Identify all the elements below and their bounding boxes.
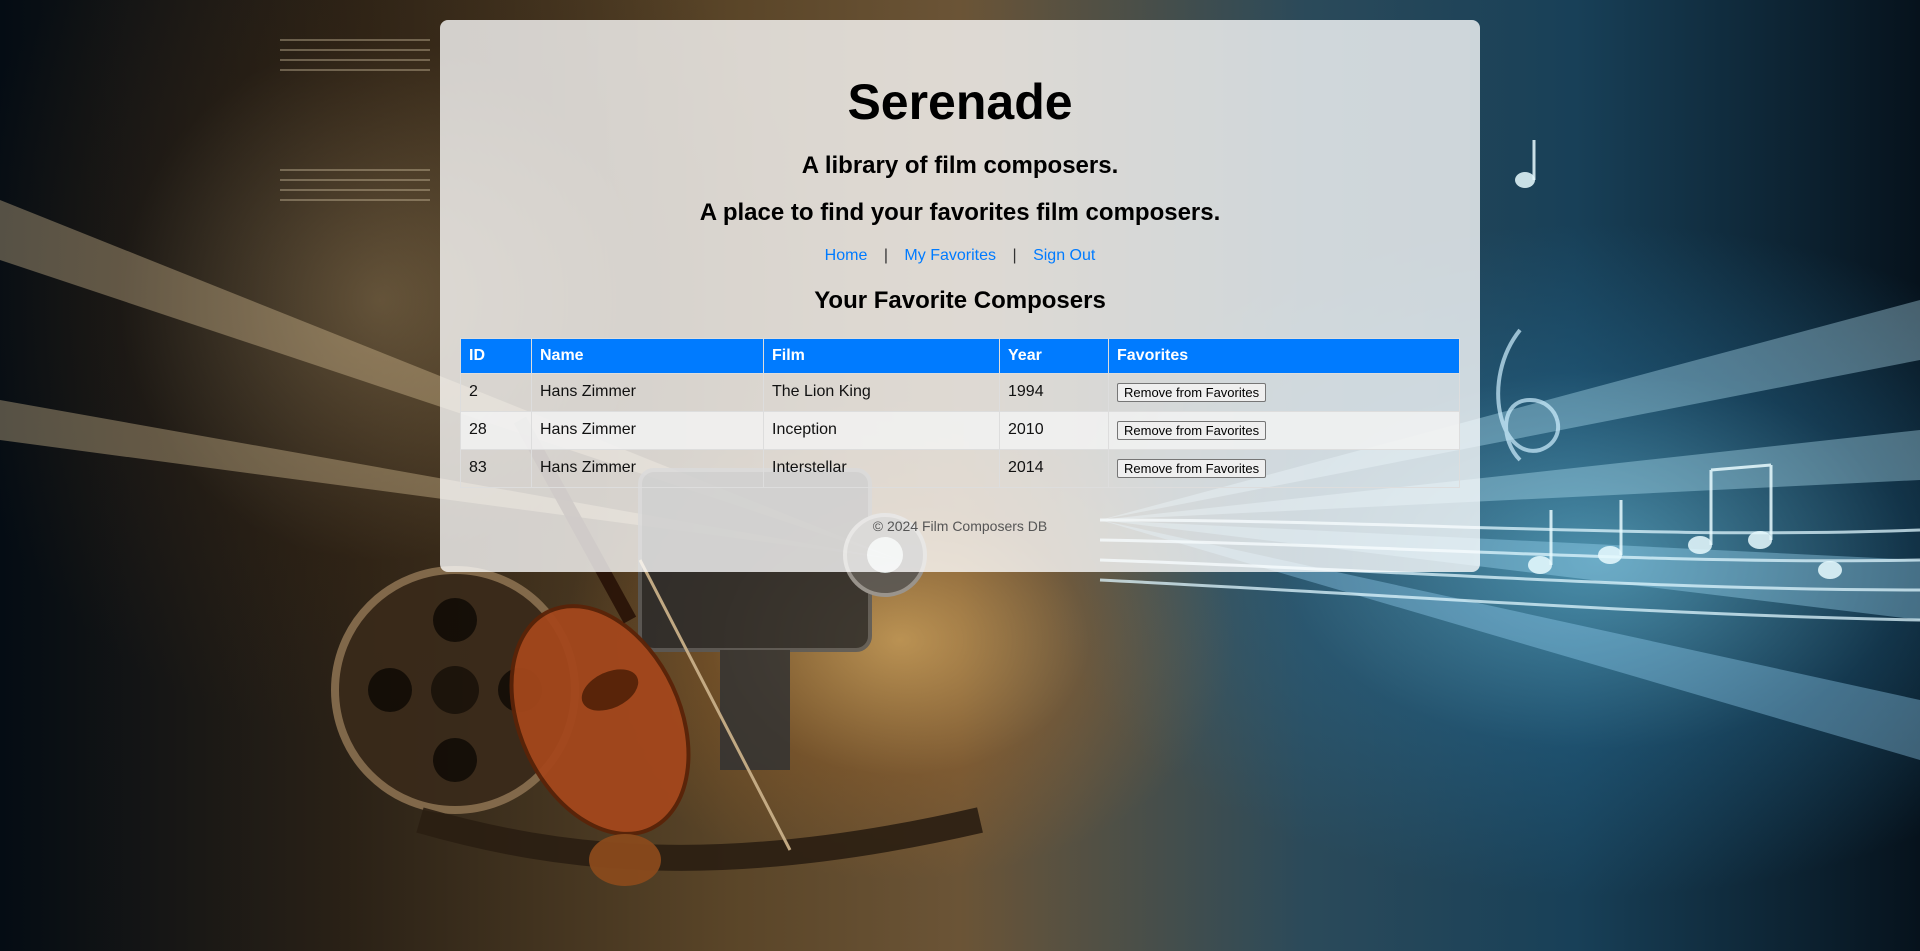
column-header-film: Film <box>763 337 1000 374</box>
site-title: Serenade <box>847 74 1073 130</box>
cell-year: 1994 <box>999 372 1109 412</box>
remove-from-favorites-button[interactable]: Remove from Favorites <box>1117 382 1267 402</box>
cell-id: 28 <box>460 410 532 450</box>
cell-id: 2 <box>460 372 532 412</box>
column-header-name: Name <box>531 337 764 374</box>
column-header-year: Year <box>999 337 1109 374</box>
cell-favorites: Remove from Favorites <box>1108 410 1460 450</box>
cell-year: 2014 <box>999 448 1109 488</box>
tagline-library: A library of film composers. <box>801 152 1119 179</box>
nav-my-favorites-link[interactable]: My Favorites <box>904 247 996 264</box>
table-row: 28 Hans Zimmer Inception 2010 Remove fro… <box>460 410 1460 450</box>
nav-separator: | <box>1012 246 1017 264</box>
favorites-table: ID Name Film Year Favorites 2 Hans Zimme… <box>460 337 1460 488</box>
nav-home-link[interactable]: Home <box>825 247 868 264</box>
main-panel: Serenade A library of film composers. A … <box>440 20 1480 572</box>
column-header-id: ID <box>460 337 532 374</box>
cell-favorites: Remove from Favorites <box>1108 448 1460 488</box>
cell-name: Hans Zimmer <box>531 372 764 412</box>
main-nav: Home | My Favorites | Sign Out <box>460 246 1460 265</box>
section-title: Your Favorite Composers <box>814 286 1106 314</box>
remove-from-favorites-button[interactable]: Remove from Favorites <box>1117 458 1267 478</box>
cell-name: Hans Zimmer <box>531 410 764 450</box>
cell-film: Inception <box>763 410 1000 450</box>
table-row: 2 Hans Zimmer The Lion King 1994 Remove … <box>460 372 1460 412</box>
column-header-favorites: Favorites <box>1108 337 1460 374</box>
cell-name: Hans Zimmer <box>531 448 764 488</box>
cell-id: 83 <box>460 448 532 488</box>
nav-sign-out-link[interactable]: Sign Out <box>1033 247 1095 264</box>
cell-film: The Lion King <box>763 372 1000 412</box>
table-header-row: ID Name Film Year Favorites <box>460 337 1460 374</box>
cell-year: 2010 <box>999 410 1109 450</box>
footer-copyright: © 2024 Film Composers DB <box>872 517 1048 534</box>
nav-separator: | <box>883 246 888 264</box>
table-row: 83 Hans Zimmer Interstellar 2014 Remove … <box>460 448 1460 488</box>
remove-from-favorites-button[interactable]: Remove from Favorites <box>1117 420 1267 440</box>
tagline-favorites: A place to find your favorites film comp… <box>699 198 1221 226</box>
cell-film: Interstellar <box>763 448 1000 488</box>
cell-favorites: Remove from Favorites <box>1108 372 1460 412</box>
